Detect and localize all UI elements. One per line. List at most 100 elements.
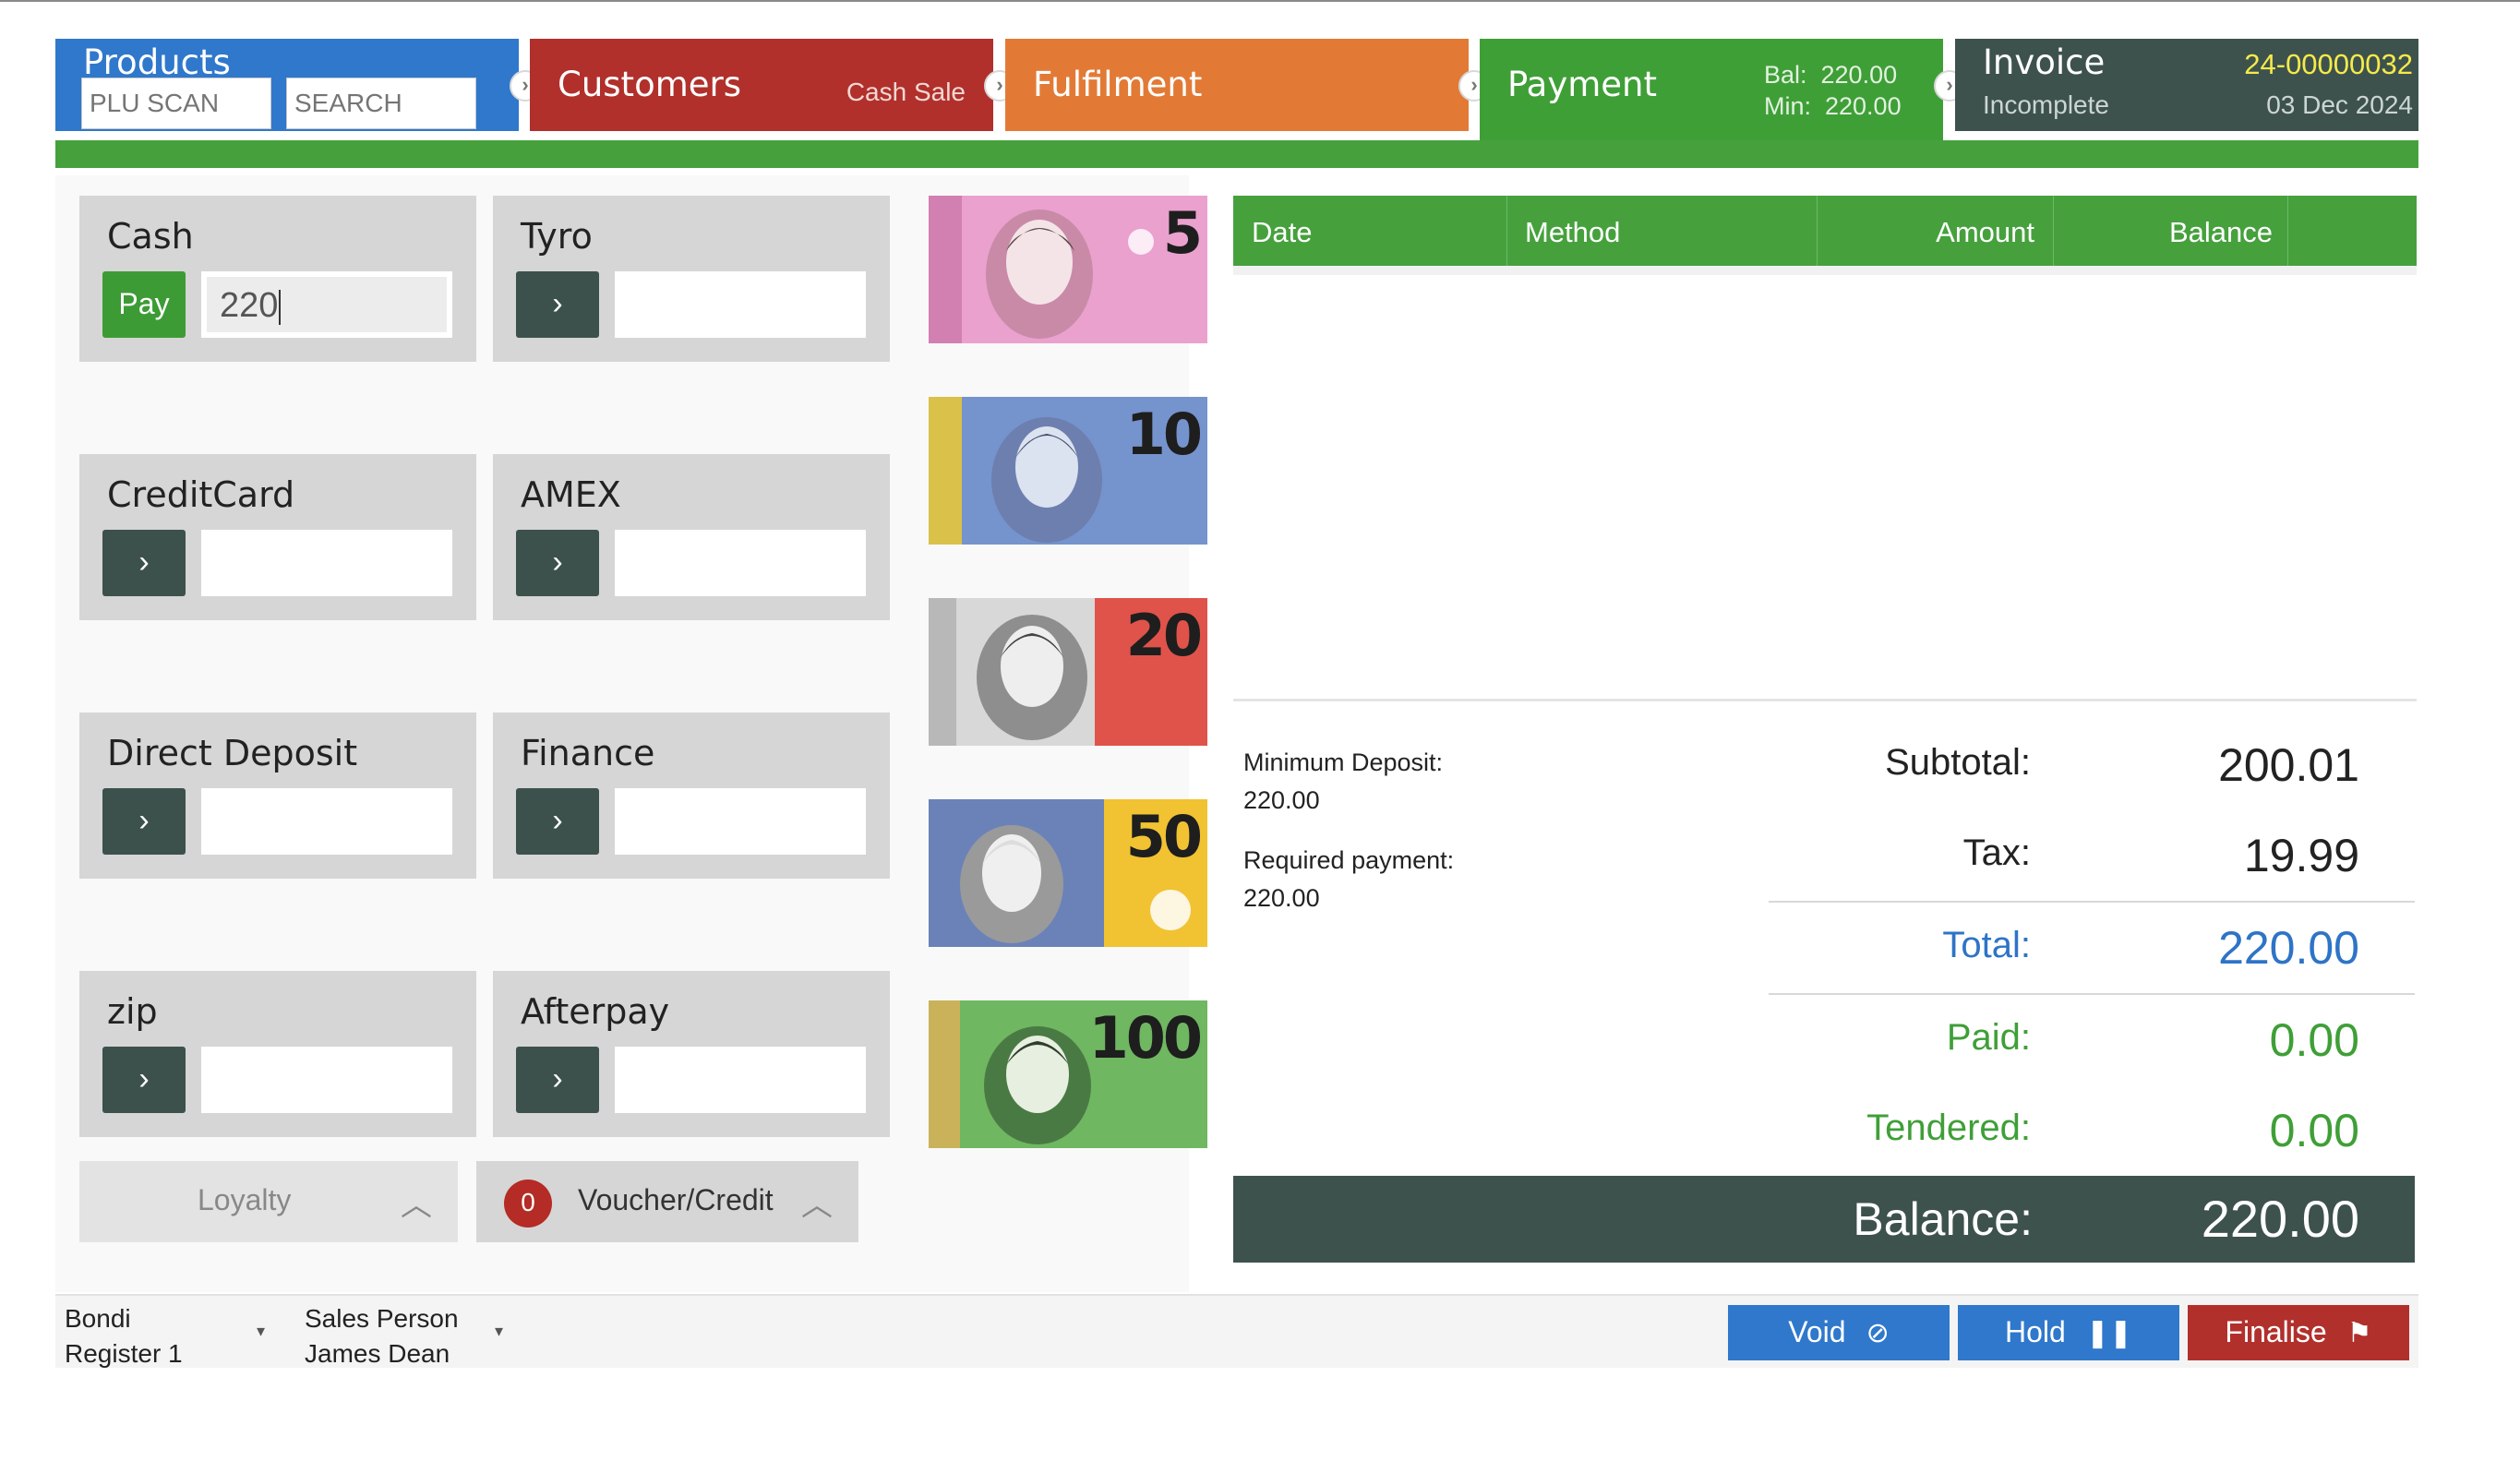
payment-tile-afterpay: Afterpay › [493,971,890,1137]
invoice-status: Incomplete [1983,90,2109,119]
payment-tile-label: Tyro [521,216,593,257]
payment-tile-finance: Finance › [493,713,890,879]
loyalty-drawer-toggle[interactable]: Loyalty ︿ [79,1161,458,1242]
footer-bar: Bondi Register 1 ▾ Sales Person James De… [55,1294,2418,1368]
total-label: Total: [1942,925,2031,965]
store-name: Bondi [65,1304,131,1333]
step-products[interactable]: Products [55,39,519,131]
cash-pay-button[interactable]: Pay [102,271,186,338]
zip-go-button[interactable]: › [102,1047,186,1113]
search-input[interactable] [286,78,476,129]
direct-deposit-go-button[interactable]: › [102,788,186,855]
payment-tile-creditcard: CreditCard › [79,454,476,620]
payments-table-body [1233,266,2417,275]
paid-row: Paid: 0.00 [1754,1010,2359,1066]
payment-tile-label: CreditCard [107,474,295,515]
flag-icon: ⚑ [2346,1318,2372,1348]
payment-minimum: Min: 220.00 [1764,92,1902,120]
subtotal-label: Subtotal: [1885,742,2031,783]
void-button[interactable]: Void ⊘ [1728,1305,1950,1360]
customer-name: Cash Sale [846,78,966,106]
hold-label: Hold [2004,1315,2066,1348]
voucher-count-badge: 0 [504,1180,552,1228]
afterpay-amount-input[interactable] [615,1047,866,1113]
step-customers-title: Customers [558,65,742,104]
hold-button[interactable]: Hold ❚❚ [1958,1305,2179,1360]
amex-amount-input[interactable] [615,530,866,596]
finalise-label: Finalise [2225,1315,2327,1348]
tax-value: 19.99 [2243,830,2359,881]
total-value: 220.00 [2218,922,2359,974]
banknote-5[interactable]: 5 [929,196,1207,343]
banknote-denomination: 100 [1088,1004,1203,1072]
payment-tile-cash: Cash Pay 220 [79,196,476,362]
tax-row: Tax: 19.99 [1754,825,2359,881]
progress-bar [55,140,2418,168]
voucher-drawer-toggle[interactable]: 0 Voucher/Credit ︿ [476,1161,858,1242]
direct-deposit-amount-input[interactable] [201,788,452,855]
balance-label: Balance: [1853,1193,2033,1245]
creditcard-amount-input[interactable] [201,530,452,596]
tyro-amount-input[interactable] [615,271,866,338]
salesperson-name: James Dean [305,1339,450,1368]
payment-tile-label: Afterpay [521,991,670,1032]
required-payment-label: Required payment: [1243,846,1455,874]
banknote-100[interactable]: 100 [929,1000,1207,1148]
paid-label: Paid: [1946,1017,2031,1058]
salesperson-label: Sales Person [305,1304,459,1333]
step-payment-title: Payment [1507,65,1657,104]
finance-amount-input[interactable] [615,788,866,855]
voucher-label: Voucher/Credit [578,1183,774,1216]
payment-summary: Bal: 220.00 Min: 220.00 [1764,59,1902,122]
payments-table-header: Date Method Amount Balance [1233,196,2417,266]
required-payment-value: 220.00 [1243,884,1320,912]
step-invoice-title: Invoice [1983,42,2106,82]
banknote-denomination: 10 [1125,401,1203,468]
finalise-button[interactable]: Finalise ⚑ [2188,1305,2409,1360]
banknote-50[interactable]: 50 [929,799,1207,947]
payment-tile-label: AMEX [521,474,621,515]
payment-tile-tyro: Tyro › [493,196,890,362]
totals-divider [1769,901,2415,903]
step-fulfilment-title: Fulfilment [1033,65,1203,104]
step-customers[interactable]: Customers Cash Sale [530,39,993,131]
pause-icon: ❚❚ [2085,1318,2133,1348]
dropdown-caret-icon: ▾ [257,1322,266,1340]
finance-go-button[interactable]: › [516,788,599,855]
zip-amount-input[interactable] [201,1047,452,1113]
register-name: Register 1 [65,1339,183,1368]
totals-divider [1769,993,2415,995]
subtotal-value: 200.01 [2218,739,2359,791]
step-invoice[interactable]: Invoice 24-00000032 Incomplete 03 Dec 20… [1955,39,2418,131]
banknote-20[interactable]: 20 [929,598,1207,746]
payment-tile-label: Cash [107,216,194,257]
step-fulfilment[interactable]: Fulfilment [1005,39,1469,131]
text-cursor [279,289,282,325]
payment-tile-label: Direct Deposit [107,733,358,773]
top-border [0,0,2520,2]
column-divider [1817,196,1818,266]
cash-amount-input[interactable]: 220 [201,271,452,338]
tyro-go-button[interactable]: › [516,271,599,338]
amex-go-button[interactable]: › [516,530,599,596]
tendered-value: 0.00 [2269,1105,2359,1156]
total-row: Total: 220.00 [1754,917,2359,974]
payment-tile-zip: zip › [79,971,476,1137]
step-products-title: Products [83,42,231,82]
invoice-number: 24-00000032 [2244,48,2413,80]
banknote-10[interactable]: 10 [929,397,1207,545]
invoice-date: 03 Dec 2024 [2266,90,2413,119]
column-method: Method [1525,216,1621,248]
salesperson-selector[interactable]: Sales Person James Dean [305,1301,459,1371]
payment-tile-label: zip [107,991,158,1032]
creditcard-go-button[interactable]: › [102,530,186,596]
afterpay-go-button[interactable]: › [516,1047,599,1113]
plu-scan-input[interactable] [81,78,271,129]
store-register-selector[interactable]: Bondi Register 1 [65,1301,183,1371]
void-icon: ⊘ [1866,1318,1890,1348]
tendered-row: Tendered: 0.00 [1754,1100,2359,1156]
step-payment[interactable]: Payment Bal: 220.00 Min: 220.00 [1480,39,1943,140]
payment-tile-amex: AMEX › [493,454,890,620]
tendered-label: Tendered: [1866,1108,2031,1148]
column-balance: Balance [2168,216,2273,248]
